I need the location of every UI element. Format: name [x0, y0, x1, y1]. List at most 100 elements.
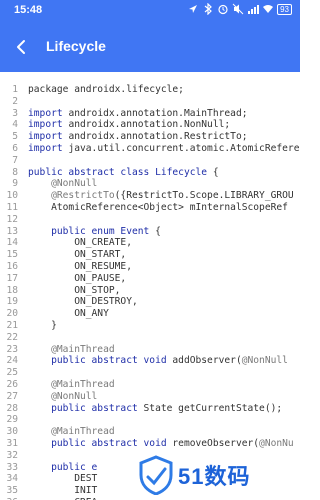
- code-line: 28 public abstract State getCurrentState…: [0, 403, 300, 415]
- line-number: 2: [12, 95, 18, 107]
- code-token: @MainThread: [28, 378, 115, 390]
- code-line: 18 ON_STOP,: [0, 285, 300, 297]
- code-token: public abstract class: [28, 166, 156, 178]
- code-token: AtomicReference<Object> mInternalScopeRe…: [28, 201, 288, 213]
- code-line: 15 ON_START,: [0, 249, 300, 261]
- code-token: @NonNull: [28, 390, 98, 402]
- code-line: 14 ON_CREATE,: [0, 237, 300, 249]
- line-number: 26: [6, 378, 18, 390]
- code-text: DEST: [28, 473, 97, 485]
- code-line: 6 import java.util.concurrent.atomic.Atom…: [0, 143, 300, 155]
- code-text: }: [28, 320, 57, 332]
- code-token: State getCurrentState();: [143, 402, 283, 414]
- code-line: 4 import androidx.annotation.NonNull;: [0, 119, 300, 131]
- code-token: public abstract void: [28, 355, 173, 367]
- code-line: 13 public enum Event {: [0, 226, 300, 238]
- navigation-icon: [189, 5, 198, 13]
- status-time: 15:48: [14, 4, 43, 16]
- code-line: 9 @NonNull: [0, 178, 300, 190]
- status-bar: 15:48 93: [0, 0, 300, 22]
- code-line: 11 AtomicReference<Object> mInternalScop…: [0, 202, 300, 214]
- bluetooth-icon: [204, 3, 212, 15]
- code-token: }: [28, 319, 57, 331]
- line-number: 30: [6, 426, 18, 438]
- code-line: 22: [0, 332, 300, 344]
- code-text: ON_CREATE,: [28, 237, 132, 249]
- code-token: public e: [28, 461, 98, 473]
- line-number: 16: [6, 260, 18, 272]
- line-number: 11: [6, 201, 18, 213]
- code-text: @MainThread: [28, 379, 115, 391]
- code-text: @NonNull: [28, 178, 97, 190]
- battery-indicator: 93: [277, 3, 292, 15]
- code-text: public enum Event {: [28, 226, 161, 238]
- code-token: @MainThread: [28, 343, 115, 355]
- line-number: 27: [6, 390, 18, 402]
- code-token: ON_STOP,: [28, 284, 121, 296]
- code-text: ON_DESTROY,: [28, 296, 138, 308]
- code-line: 20 ON_ANY: [0, 308, 300, 320]
- code-line: 24 public abstract void addObserver(@Non…: [0, 355, 300, 367]
- back-arrow-icon[interactable]: [12, 37, 32, 57]
- code-token: @MainThread: [28, 426, 115, 438]
- code-text: ON_START,: [28, 249, 126, 261]
- code-token: import: [28, 107, 69, 119]
- line-number: 22: [6, 331, 18, 343]
- code-text: public abstract void removeObserver(@Non…: [28, 438, 294, 450]
- line-number: 7: [12, 154, 18, 166]
- code-text: public abstract State getCurrentState();: [28, 403, 282, 415]
- code-token: INIT: [28, 485, 98, 497]
- code-token: Lifecycle: [155, 166, 213, 178]
- signal-icon: [248, 5, 260, 14]
- line-number: 3: [12, 107, 18, 119]
- code-text: public e: [28, 462, 97, 474]
- status-icons: 93: [187, 3, 292, 15]
- code-token: ON_RESUME,: [28, 260, 132, 272]
- line-number: 14: [6, 237, 18, 249]
- code-token: public abstract: [28, 402, 144, 414]
- line-number: 9: [12, 178, 18, 190]
- code-token: ON_CREATE,: [28, 237, 132, 249]
- code-line: 23 @MainThread: [0, 344, 300, 356]
- line-number: 21: [6, 319, 18, 331]
- code-line: 10 @RestrictTo({RestrictTo.Scope.LIBRARY…: [0, 190, 300, 202]
- code-line: 21 }: [0, 320, 300, 332]
- code-text: import java.util.concurrent.atomic.Atomi…: [28, 143, 299, 155]
- code-line: 30 @MainThread: [0, 426, 300, 438]
- code-token: ({RestrictTo.Scope.LIBRARY_GROU: [114, 190, 294, 202]
- code-line: 7: [0, 155, 300, 167]
- line-number: 23: [6, 343, 18, 355]
- line-number: 24: [6, 355, 18, 367]
- code-text: @MainThread: [28, 426, 115, 438]
- code-token: addObserver(: [172, 355, 242, 367]
- code-text: @RestrictTo({RestrictTo.Scope.LIBRARY_GR…: [28, 190, 294, 202]
- code-line: 31 public abstract void removeObserver(@…: [0, 438, 300, 450]
- watermark: 51数码: [138, 452, 288, 498]
- code-text: @MainThread: [28, 344, 115, 356]
- code-text: ON_ANY: [28, 308, 109, 320]
- code-text: public abstract class Lifecycle {: [28, 167, 219, 179]
- line-number: 31: [6, 437, 18, 449]
- code-line: 27 @NonNull: [0, 391, 300, 403]
- code-token: ON_PAUSE,: [28, 272, 127, 284]
- code-line: 8 public abstract class Lifecycle {: [0, 167, 300, 179]
- code-text: @NonNull: [28, 391, 97, 403]
- code-token: public abstract void: [28, 437, 173, 449]
- code-token: removeObserver(: [172, 437, 260, 449]
- code-line: 12: [0, 214, 300, 226]
- code-token: Event: [120, 225, 156, 237]
- line-number: 4: [12, 119, 18, 131]
- code-token: @NonNull: [28, 178, 98, 190]
- code-text: AtomicReference<Object> mInternalScopeRe…: [28, 202, 288, 214]
- wifi-icon: [263, 5, 274, 13]
- line-number: 8: [12, 166, 18, 178]
- line-number: 25: [6, 367, 18, 379]
- page-title: Lifecycle: [46, 38, 106, 54]
- code-text: public abstract void addObserver(@NonNul…: [28, 355, 288, 367]
- code-line: 25: [0, 367, 300, 379]
- code-line: 5 import androidx.annotation.RestrictTo;: [0, 131, 300, 143]
- code-token: import: [28, 142, 69, 154]
- mute-icon: [232, 3, 244, 15]
- code-viewer[interactable]: 1 package androidx.lifecycle; 2 3 import and…: [0, 84, 300, 500]
- code-token: package androidx.lifecycle;: [28, 84, 184, 95]
